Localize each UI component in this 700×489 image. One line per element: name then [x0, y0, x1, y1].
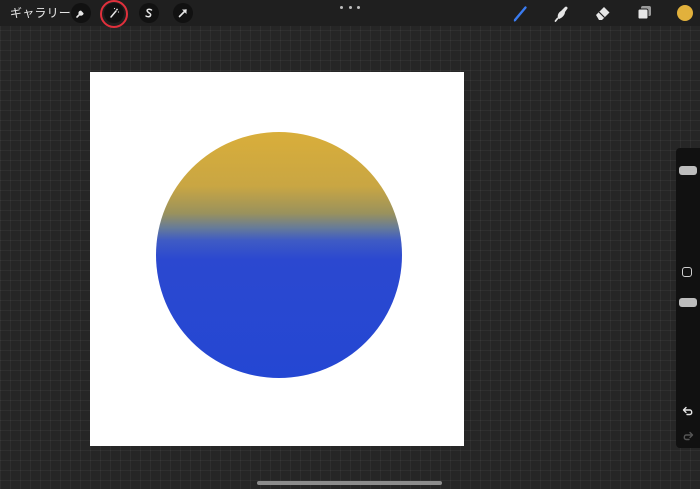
selection-s-icon [145, 8, 153, 18]
brush-button[interactable] [510, 2, 532, 24]
brush-opacity-slider[interactable] [677, 294, 699, 392]
redo-icon [683, 431, 694, 441]
brush-sidebar [676, 148, 700, 448]
home-indicator[interactable] [257, 481, 442, 485]
brush-size-thumb[interactable] [679, 166, 697, 175]
smudge-button[interactable] [552, 2, 574, 24]
transform-button[interactable] [173, 3, 193, 23]
gradient-circle [156, 132, 402, 378]
actions-button[interactable] [71, 3, 91, 23]
transform-arrow-icon [178, 9, 187, 18]
undo-button[interactable] [680, 404, 696, 418]
wrench-icon [76, 10, 84, 18]
eraser-button[interactable] [592, 2, 614, 24]
gallery-button[interactable]: ギャラリー [10, 5, 71, 21]
smudge-icon [554, 6, 568, 22]
top-toolbar: ギャラリー [0, 0, 700, 28]
layers-icon [637, 6, 651, 20]
brush-icon [513, 6, 527, 22]
more-dots-icon[interactable] [340, 3, 360, 11]
brush-size-slider[interactable] [677, 152, 699, 250]
dot [340, 5, 343, 9]
selection-button[interactable] [139, 3, 159, 23]
dot [357, 5, 360, 9]
drawing-canvas[interactable] [90, 72, 464, 446]
magic-wand-icon [110, 7, 120, 18]
layers-button[interactable] [633, 2, 655, 24]
redo-button[interactable] [680, 429, 696, 443]
undo-icon [682, 406, 693, 416]
color-swatch[interactable] [677, 5, 693, 21]
brush-opacity-thumb[interactable] [679, 298, 697, 307]
modify-square-icon[interactable] [682, 267, 692, 277]
adjustments-button[interactable] [104, 3, 124, 23]
dot [348, 5, 352, 9]
eraser-icon [596, 7, 610, 20]
